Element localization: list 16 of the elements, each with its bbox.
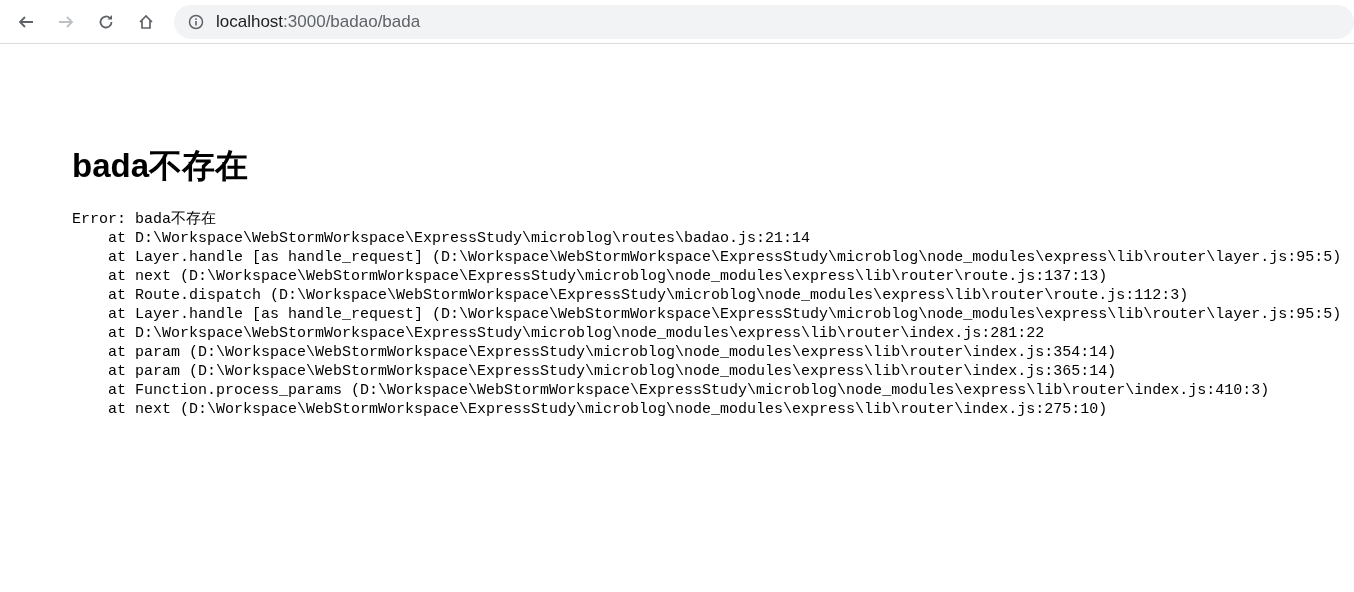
stack-trace-line: at Layer.handle [as handle_request] (D:\Workspace\WebStormWorkspace\ExpressStudy\microblog\node_modules\express\lib\router\layer.js:95:5)	[107, 305, 1342, 324]
stack-trace-line: at Route.dispatch (D:\Workspace\WebStormWorkspace\ExpressStudy\microblog\node_modules\express\lib\router\route.js:112:3)	[107, 286, 1189, 305]
stack-trace-line: at D:\Workspace\WebStormWorkspace\ExpressStudy\microblog\routes\badao.js:21:14	[107, 229, 811, 248]
info-icon[interactable]	[188, 13, 204, 30]
stack-trace-line: at D:\Workspace\WebStormWorkspace\ExpressStudy\microblog\node_modules\express\lib\router\index.js:281:22	[107, 324, 1045, 343]
stack-trace-line: at Function.process_params (D:\Workspace\WebStormWorkspace\ExpressStudy\microblog\node_modules\express\lib\router\index.js:410:3)	[107, 381, 1270, 400]
address-bar[interactable]: localhost:3000/badao/bada	[174, 4, 1354, 39]
stack-trace-line: at param (D:\Workspace\WebStormWorkspace\ExpressStudy\microblog\node_modules\express\lib\router\index.js:354:14)	[107, 343, 1117, 362]
stack-trace-line: at Layer.handle [as handle_request] (D:\Workspace\WebStormWorkspace\ExpressStudy\microblog\node_modules\express\lib\router\layer.js:95:5)	[107, 248, 1342, 267]
stack-trace-line: at next (D:\Workspace\WebStormWorkspace\ExpressStudy\microblog\node_modules\express\lib\router\index.js:275:10)	[107, 400, 1108, 419]
stack-trace-line: at param (D:\Workspace\WebStormWorkspace\ExpressStudy\microblog\node_modules\express\lib\router\index.js:365:14)	[107, 362, 1117, 381]
error-heading: bada不存在	[72, 146, 249, 186]
url-text: localhost:3000/badao/bada	[216, 11, 421, 32]
error-message: Error: bada不存在	[72, 210, 217, 229]
stack-trace-line: at next (D:\Workspace\WebStormWorkspace\ExpressStudy\microblog\node_modules\express\lib\router\route.js:137:13)	[107, 267, 1108, 286]
home-icon	[137, 12, 155, 31]
